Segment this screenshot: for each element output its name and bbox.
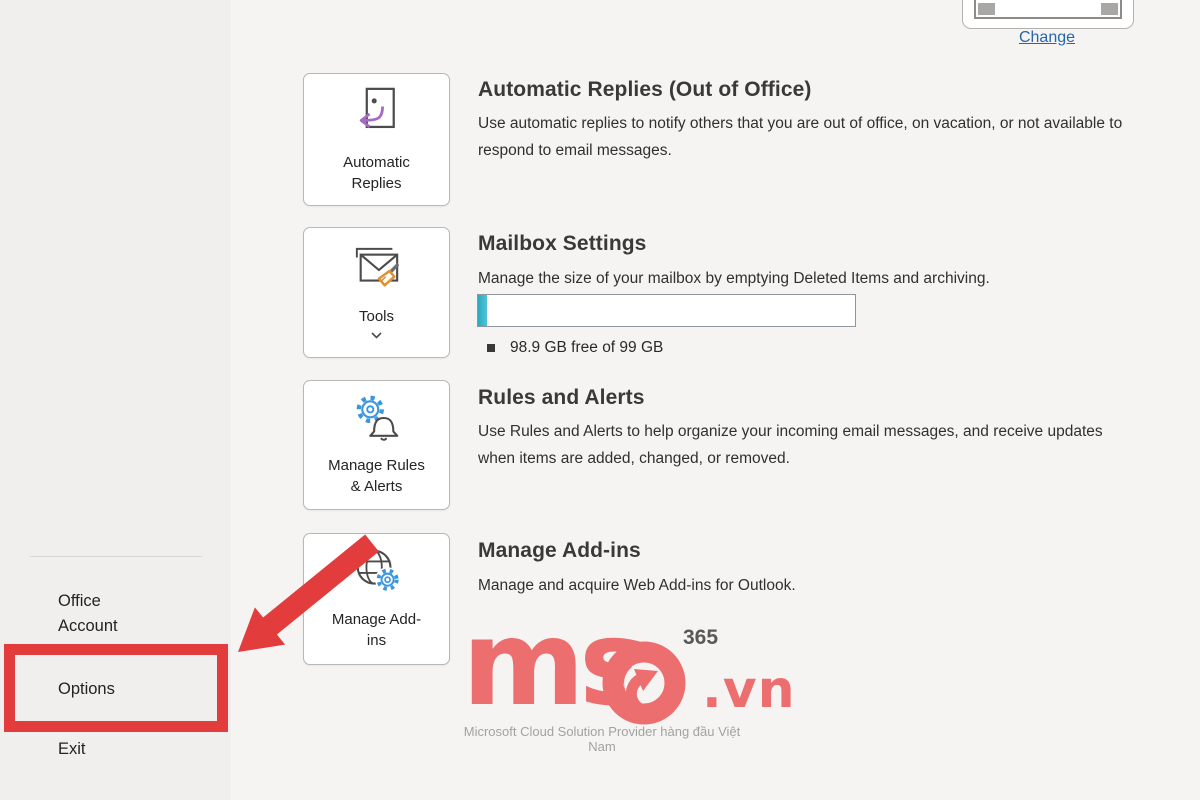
gear-bell-icon — [350, 393, 404, 448]
globe-gear-icon — [350, 547, 404, 602]
watermark-logo-ms: ms — [462, 604, 643, 722]
section-description-rules-alerts: Use Rules and Alerts to help organize yo… — [478, 418, 1134, 472]
account-photo-inner — [974, 0, 1122, 19]
watermark-tagline: Microsoft Cloud Solution Provider hàng đ… — [452, 724, 752, 754]
section-heading-automatic-replies: Automatic Replies (Out of Office) — [478, 78, 812, 102]
change-background-link[interactable]: Change — [962, 29, 1132, 47]
photo-corner-square — [978, 3, 995, 15]
reply-arrow-document-icon — [351, 86, 403, 145]
storage-legend: 98.9 GB free of 99 GB — [487, 339, 663, 357]
storage-used-fill — [478, 295, 487, 326]
sidebar-item-office-account[interactable]: Office Account — [58, 589, 143, 639]
button-label: Automatic Replies — [325, 152, 429, 194]
account-photo-frame — [962, 0, 1134, 29]
automatic-replies-button[interactable]: Automatic Replies — [303, 73, 450, 206]
section-description-automatic-replies: Use automatic replies to notify others t… — [478, 110, 1134, 164]
watermark-logo-arrow-o-icon — [601, 640, 687, 731]
sidebar-item-exit[interactable]: Exit — [58, 737, 86, 762]
button-label: Manage Add-ins — [325, 609, 429, 651]
mailbox-storage-gauge — [477, 294, 856, 327]
backstage-sidebar: Office Account Options Exit — [0, 0, 231, 800]
storage-free-text: 98.9 GB free of 99 GB — [510, 339, 663, 357]
button-label: Tools — [359, 306, 394, 327]
section-description-mailbox-settings: Manage the size of your mailbox by empty… — [478, 265, 1134, 292]
button-label: Manage Rules & Alerts — [325, 455, 429, 497]
photo-corner-square — [1101, 3, 1118, 15]
manage-rules-alerts-button[interactable]: Manage Rules & Alerts — [303, 380, 450, 510]
section-description-manage-addins: Manage and acquire Web Add-ins for Outlo… — [478, 572, 1134, 599]
watermark-365-badge: 365 — [683, 626, 718, 650]
envelope-cleanup-icon — [349, 246, 405, 299]
section-heading-rules-alerts: Rules and Alerts — [478, 386, 645, 410]
chevron-down-icon — [371, 332, 382, 339]
section-heading-manage-addins: Manage Add-ins — [478, 539, 641, 563]
legend-square-icon — [487, 344, 495, 352]
section-heading-mailbox-settings: Mailbox Settings — [478, 232, 646, 256]
watermark-logo-vn: .vn — [702, 660, 796, 720]
manage-addins-button[interactable]: Manage Add-ins — [303, 533, 450, 665]
mailbox-tools-button[interactable]: Tools — [303, 227, 450, 358]
sidebar-item-options[interactable]: Options — [58, 677, 115, 702]
sidebar-divider — [30, 556, 202, 557]
